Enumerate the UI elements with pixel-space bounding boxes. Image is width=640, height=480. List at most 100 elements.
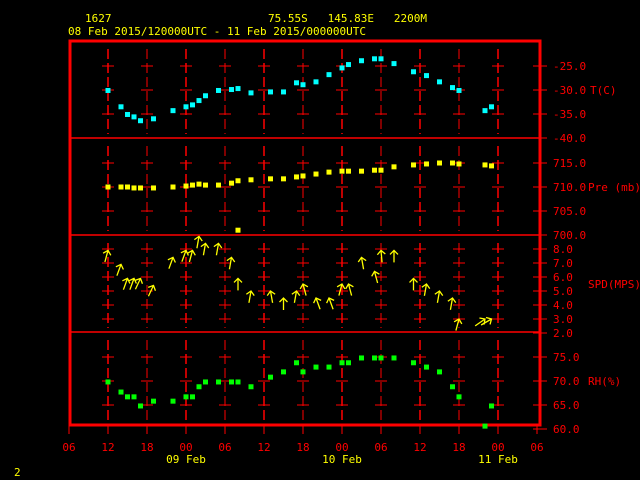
temperature-point: [190, 102, 195, 108]
pressure-point: [281, 176, 286, 182]
pressure-point: [125, 184, 130, 190]
pressure-point: [424, 161, 429, 167]
time-period: 08 Feb 2015/120000UTC - 11 Feb 2015/0000…: [68, 25, 366, 38]
wind-arrow: [389, 249, 399, 263]
humidity-point: [138, 403, 143, 409]
page-number: 2: [14, 466, 21, 479]
pressure-point: [248, 177, 254, 183]
humidity-point: [118, 389, 124, 395]
y-tick-label: 8.0: [553, 243, 573, 256]
meteogram-chart: 1627 75.55S 145.83E 2200M 08 Feb 2015/12…: [14, 12, 640, 479]
humidity-point: [170, 398, 176, 404]
pressure-point: [346, 168, 351, 174]
temperature-point: [248, 90, 254, 96]
x-tick-label: 06: [374, 441, 387, 454]
y-tick-label: 6.0: [553, 271, 573, 284]
humidity-axis-label: RH(%): [588, 375, 621, 388]
wind-arrow: [266, 290, 276, 303]
y-tick-label: 60.0: [553, 423, 580, 436]
x-date-label: 10 Feb: [322, 453, 362, 466]
wind-arrow: [167, 256, 176, 269]
wind-arrow: [233, 277, 243, 291]
x-tick-label: 06: [62, 441, 75, 454]
station-location: 75.55S 145.83E 2200M: [268, 12, 427, 25]
pressure-point: [378, 167, 384, 173]
humidity-point: [151, 398, 156, 404]
temperature-point: [294, 80, 299, 86]
y-tick-label: -30.0: [553, 84, 586, 97]
temperature-point: [105, 87, 111, 93]
pressure-point: [229, 180, 234, 186]
pressure-point: [235, 227, 241, 233]
humidity-point: [196, 384, 202, 390]
temperature-point: [125, 111, 130, 117]
wind-axis-label: SPD(MPS): [588, 278, 640, 291]
humidity-point: [456, 394, 462, 400]
x-tick-label: 06: [530, 441, 543, 454]
humidity-point: [489, 403, 494, 409]
temperature-point: [424, 73, 429, 79]
y-tick-label: -35.0: [553, 108, 586, 121]
wind-arrow: [409, 277, 418, 291]
temperature-point: [138, 118, 143, 124]
temperature-point: [131, 114, 137, 120]
wind-arrow-shaft: [474, 318, 486, 327]
temperature-point: [391, 61, 397, 67]
y-tick-label: -25.0: [553, 60, 586, 73]
x-date-label: 11 Feb: [478, 453, 518, 466]
temperature-point: [411, 69, 416, 75]
x-tick-label: 12: [257, 441, 270, 454]
humidity-point: [378, 355, 384, 361]
humidity-point: [411, 360, 416, 366]
humidity-point: [248, 384, 254, 390]
wind-arrow: [447, 297, 457, 310]
wind-arrow: [180, 249, 189, 262]
x-tick-label: 06: [218, 441, 231, 454]
pressure-point: [359, 168, 364, 174]
y-tick-label: 5.0: [553, 285, 573, 298]
temperature-point: [346, 62, 351, 68]
x-date-label: 09 Feb: [166, 453, 206, 466]
humidity-point: [346, 360, 351, 366]
temperature-point: [489, 104, 494, 110]
y-tick-label: 75.0: [553, 351, 580, 364]
temperature-point: [196, 98, 202, 104]
humidity-point: [450, 384, 455, 390]
temperature-point: [281, 89, 286, 95]
pressure-point: [482, 162, 488, 168]
grid: [68, 39, 547, 434]
wind-arrow: [357, 256, 367, 270]
pressure-point: [183, 183, 189, 189]
humidity-point: [203, 379, 208, 385]
humidity-point: [131, 394, 137, 400]
pressure-point: [268, 176, 273, 182]
pressure-point: [216, 182, 221, 188]
pressure-point: [300, 173, 306, 179]
y-tick-label: 3.0: [553, 313, 573, 326]
pressure-point: [131, 185, 137, 191]
pressure-point: [105, 184, 111, 190]
y-tick-label: 7.0: [553, 257, 573, 270]
temperature-point: [118, 104, 124, 110]
wind-arrow: [245, 290, 255, 303]
temperature-point: [359, 58, 364, 64]
pressure-point: [450, 160, 455, 166]
temperature-point: [482, 108, 488, 114]
pressure-point: [294, 174, 299, 180]
y-tick-label: 705.0: [553, 205, 586, 218]
temperature-point: [203, 93, 208, 99]
humidity-point: [183, 394, 189, 400]
pressure-point: [313, 171, 319, 177]
temperature-point: [300, 82, 306, 88]
humidity-point: [339, 360, 345, 366]
pressure-point: [326, 169, 332, 175]
temperature-axis-label: T(C): [590, 84, 617, 97]
temperature-point: [339, 65, 345, 71]
humidity-point: [190, 394, 195, 400]
pressure-point: [391, 164, 397, 170]
pressure-point: [339, 168, 345, 174]
pressure-point: [372, 167, 377, 173]
humidity-point: [372, 355, 377, 361]
station-id: 1627: [85, 12, 112, 25]
humidity-point: [268, 374, 273, 380]
